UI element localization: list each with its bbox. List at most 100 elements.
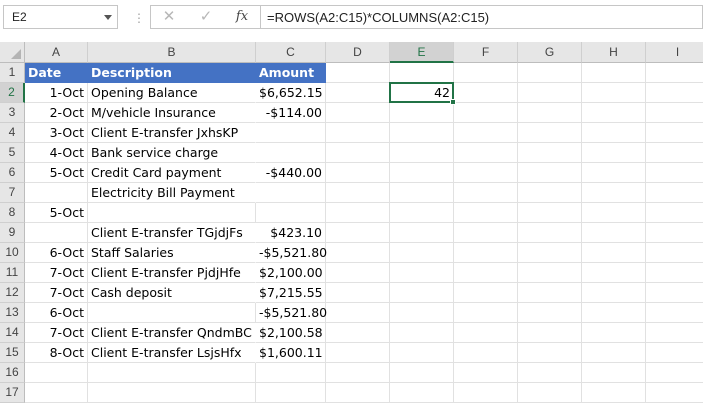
cell-i8[interactable] — [646, 203, 703, 223]
cell-f16[interactable] — [454, 363, 518, 383]
select-all-corner[interactable] — [0, 42, 25, 63]
cell-f17[interactable] — [454, 383, 518, 403]
column-header-g[interactable]: G — [518, 42, 582, 63]
cell-g11[interactable] — [518, 263, 582, 283]
cell-e7[interactable] — [390, 183, 454, 203]
cell-c2[interactable]: $6,652.15 — [256, 83, 326, 103]
cell-g5[interactable] — [518, 143, 582, 163]
cell-c5[interactable] — [256, 143, 326, 163]
drag-handle-icon[interactable]: ⋮ — [133, 11, 145, 25]
row-header-12[interactable]: 12 — [0, 283, 25, 303]
cell-b15[interactable]: Client E-transfer LsjsHfx — [88, 343, 256, 363]
cell-f11[interactable] — [454, 263, 518, 283]
cell-a12[interactable]: 7-Oct — [25, 283, 88, 303]
cell-c15[interactable]: $1,600.11 — [256, 343, 326, 363]
cell-g16[interactable] — [518, 363, 582, 383]
cell-h12[interactable] — [582, 283, 646, 303]
cell-b7[interactable]: Electricity Bill Payment — [88, 183, 256, 203]
cell-c16[interactable] — [256, 363, 326, 383]
cell-h7[interactable] — [582, 183, 646, 203]
cell-f13[interactable] — [454, 303, 518, 323]
row-header-10[interactable]: 10 — [0, 243, 25, 263]
cell-a10[interactable]: 6-Oct — [25, 243, 88, 263]
cell-h3[interactable] — [582, 103, 646, 123]
cell-f14[interactable] — [454, 323, 518, 343]
cell-h16[interactable] — [582, 363, 646, 383]
cell-g8[interactable] — [518, 203, 582, 223]
cell-b9[interactable]: Client E-transfer TGjdjFs — [88, 223, 256, 243]
cell-e5[interactable] — [390, 143, 454, 163]
insert-function-icon[interactable]: fx — [231, 6, 253, 28]
cell-a13[interactable]: 6-Oct — [25, 303, 88, 323]
cell-f7[interactable] — [454, 183, 518, 203]
cell-e16[interactable] — [390, 363, 454, 383]
column-header-e[interactable]: E — [390, 42, 454, 63]
cell-c9[interactable]: $423.10 — [256, 223, 326, 243]
cell-h8[interactable] — [582, 203, 646, 223]
cell-f12[interactable] — [454, 283, 518, 303]
row-header-1[interactable]: 1 — [0, 63, 25, 83]
fill-handle[interactable] — [450, 99, 456, 105]
cell-g12[interactable] — [518, 283, 582, 303]
cell-d13[interactable] — [326, 303, 390, 323]
cell-i13[interactable] — [646, 303, 703, 323]
row-header-17[interactable]: 17 — [0, 383, 25, 403]
cell-e6[interactable] — [390, 163, 454, 183]
cell-d6[interactable] — [326, 163, 390, 183]
cell-g7[interactable] — [518, 183, 582, 203]
cell-g9[interactable] — [518, 223, 582, 243]
cell-e11[interactable] — [390, 263, 454, 283]
cell-e10[interactable] — [390, 243, 454, 263]
cell-a17[interactable] — [25, 383, 88, 403]
cell-c10[interactable]: -$5,521.80 — [256, 243, 327, 263]
cell-c7[interactable] — [256, 183, 326, 203]
column-header-a[interactable]: A — [25, 42, 88, 63]
formula-input[interactable]: =ROWS(A2:C15)*COLUMNS(A2:C15) — [260, 5, 703, 29]
cell-h13[interactable] — [582, 303, 646, 323]
column-header-h[interactable]: H — [582, 42, 646, 63]
cell-g15[interactable] — [518, 343, 582, 363]
cell-i16[interactable] — [646, 363, 703, 383]
cell-a7[interactable] — [25, 183, 88, 203]
cell-i3[interactable] — [646, 103, 703, 123]
cell-h10[interactable] — [582, 243, 646, 263]
column-header-b[interactable]: B — [88, 42, 256, 63]
column-header-i[interactable]: I — [646, 42, 703, 63]
cell-i6[interactable] — [646, 163, 703, 183]
cell-e14[interactable] — [390, 323, 454, 343]
cell-c4[interactable] — [256, 123, 326, 143]
row-header-9[interactable]: 9 — [0, 223, 25, 243]
cell-c11[interactable]: $2,100.00 — [256, 263, 326, 283]
row-header-13[interactable]: 13 — [0, 303, 25, 323]
row-header-15[interactable]: 15 — [0, 343, 25, 363]
cell-f1[interactable] — [454, 63, 518, 83]
cell-h1[interactable] — [582, 63, 646, 83]
row-header-11[interactable]: 11 — [0, 263, 25, 283]
cell-h15[interactable] — [582, 343, 646, 363]
cell-b2[interactable]: Opening Balance — [88, 83, 256, 103]
cell-d4[interactable] — [326, 123, 390, 143]
table-header-description[interactable]: Description — [88, 63, 256, 83]
cell-e12[interactable] — [390, 283, 454, 303]
cancel-icon[interactable]: ✕ — [159, 6, 179, 28]
cell-f10[interactable] — [454, 243, 518, 263]
cell-b11[interactable]: Client E-transfer PjdjHfe — [88, 263, 256, 283]
cell-c6[interactable]: -$440.00 — [256, 163, 326, 183]
cell-i4[interactable] — [646, 123, 703, 143]
row-header-2[interactable]: 2 — [0, 83, 25, 103]
cell-f8[interactable] — [454, 203, 518, 223]
cell-a15[interactable]: 8-Oct — [25, 343, 88, 363]
cell-h6[interactable] — [582, 163, 646, 183]
cell-d14[interactable] — [326, 323, 390, 343]
cell-b5[interactable]: Bank service charge — [88, 143, 256, 163]
column-header-c[interactable]: C — [256, 42, 326, 63]
cell-i11[interactable] — [646, 263, 703, 283]
cell-f15[interactable] — [454, 343, 518, 363]
cell-g6[interactable] — [518, 163, 582, 183]
cell-a11[interactable]: 7-Oct — [25, 263, 88, 283]
cell-f4[interactable] — [454, 123, 518, 143]
cell-a5[interactable]: 4-Oct — [25, 143, 88, 163]
cell-d16[interactable] — [326, 363, 390, 383]
cell-b10[interactable]: Staff Salaries — [88, 243, 256, 263]
cell-g13[interactable] — [518, 303, 582, 323]
